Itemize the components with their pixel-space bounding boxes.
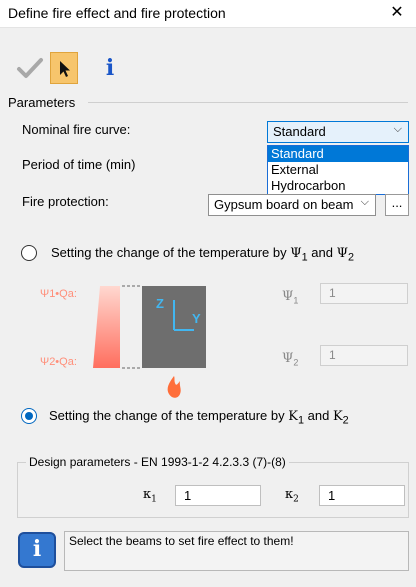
fire-protection-label: Fire protection: — [22, 194, 109, 209]
fire-protection-select[interactable]: Gypsum board on beam ⌵ — [208, 194, 376, 216]
psi1-input-sub: 1 — [293, 295, 299, 306]
psi1-input-symbol: Ψ — [282, 289, 294, 304]
close-button[interactable]: ✕ — [386, 2, 408, 24]
kappa2-sub: 2 — [293, 494, 299, 505]
kappa1-symbol: κ — [143, 487, 152, 502]
k2-sub: 2 — [342, 414, 349, 427]
fire-protection-value: Gypsum board on beam — [214, 197, 354, 212]
k1-symbol: K — [288, 409, 298, 424]
select-cursor-button[interactable] — [50, 52, 78, 84]
psi-option-radio[interactable] — [21, 245, 37, 261]
psi1-input-label: Ψ1 — [282, 288, 298, 306]
fire-curve-select[interactable]: Standard ⌵ — [267, 121, 409, 143]
kappa2-input[interactable]: 1 — [319, 485, 405, 506]
psi-and-text: and — [311, 245, 333, 260]
psi2-input-label: Ψ2 — [282, 350, 298, 368]
psi2-input[interactable]: 1 — [320, 345, 408, 366]
flame-icon — [167, 376, 181, 398]
chevron-down-icon: ⌵ — [393, 123, 402, 135]
k-option-label[interactable]: Setting the change of the temperature by… — [49, 408, 349, 427]
fire-curve-option-standard[interactable]: Standard — [268, 146, 408, 162]
kappa2-label: κ2 — [285, 487, 299, 505]
kappa2-symbol: κ — [285, 487, 294, 502]
psi2-sub: 2 — [348, 251, 355, 264]
kappa1-input[interactable]: 1 — [175, 485, 261, 506]
psi1-sub: 1 — [301, 251, 308, 264]
fire-section-diagram: Z Y — [93, 285, 206, 398]
window-title: Define fire effect and fire protection — [8, 5, 226, 21]
axis-y-label: Y — [192, 311, 201, 326]
fire-protection-browse-button[interactable]: ... — [385, 194, 409, 216]
axis-z-label: Z — [156, 296, 164, 311]
fire-curve-label: Nominal fire curve: — [22, 122, 131, 137]
chevron-down-icon: ⌵ — [360, 196, 369, 208]
psi1-qa-label: Ψ1•Qa: — [40, 288, 77, 300]
status-info-icon: i — [18, 532, 56, 568]
k2-symbol: K — [332, 409, 343, 424]
psi-option-text: Setting the change of the temperature by — [51, 245, 287, 260]
fire-curve-value: Standard — [273, 124, 326, 139]
psi2-symbol: Ψ — [336, 246, 349, 261]
fire-curve-option-hydrocarbon[interactable]: Hydrocarbon — [268, 178, 408, 194]
kappa1-label: κ1 — [143, 487, 157, 505]
psi2-qa-label: Ψ2•Qa: — [40, 356, 77, 368]
parameters-divider — [88, 102, 408, 103]
fire-curve-dropdown: Standard External Hydrocarbon — [267, 145, 409, 195]
fire-curve-option-external[interactable]: External — [268, 162, 408, 178]
k1-sub: 1 — [297, 414, 304, 427]
psi1-symbol: Ψ — [290, 246, 302, 261]
info-icon[interactable]: i — [96, 52, 124, 84]
design-parameters-title: Design parameters - EN 1993-1-2 4.2.3.3 … — [26, 455, 289, 469]
psi-option-label[interactable]: Setting the change of the temperature by… — [51, 245, 354, 264]
k-option-text: Setting the change of the temperature by — [49, 408, 285, 423]
psi1-input[interactable]: 1 — [320, 283, 408, 304]
parameters-group-label: Parameters — [8, 95, 76, 110]
status-message: Select the beams to set fire effect to t… — [64, 531, 409, 571]
title-bar: Define fire effect and fire protection ✕ — [0, 0, 416, 28]
psi2-input-sub: 2 — [293, 357, 299, 368]
apply-check-icon[interactable] — [16, 52, 44, 84]
cursor-arrow-icon — [60, 61, 70, 77]
k-option-radio[interactable] — [21, 408, 37, 424]
k-and-text: and — [307, 408, 330, 423]
psi2-input-symbol: Ψ — [282, 351, 294, 366]
temperature-profile-shape — [93, 286, 120, 368]
kappa1-sub: 1 — [151, 494, 157, 505]
period-label: Period of time (min) — [22, 157, 136, 172]
